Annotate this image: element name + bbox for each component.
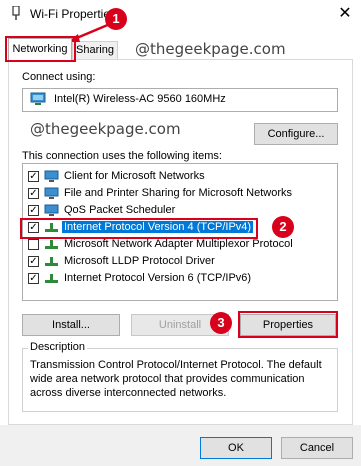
close-icon[interactable]: ✕ <box>334 3 356 25</box>
description-title: Description <box>28 341 88 353</box>
tab-networking[interactable]: Networking <box>8 38 72 60</box>
configure-button[interactable]: Configure... <box>254 123 338 145</box>
protocol-icon <box>45 240 58 249</box>
watermark: @thegeekpage.com <box>135 40 286 58</box>
qos-scheduler-icon <box>44 204 59 216</box>
list-item[interactable]: Microsoft Network Adapter Multiplexor Pr… <box>28 237 332 253</box>
list-item-label: Microsoft LLDP Protocol Driver <box>64 255 215 267</box>
checkbox[interactable] <box>28 239 39 250</box>
list-item[interactable]: ✓ Client for Microsoft Networks <box>28 169 332 185</box>
protocol-icon <box>45 257 58 266</box>
list-item-label: QoS Packet Scheduler <box>64 204 176 216</box>
list-item-label: File and Printer Sharing for Microsoft N… <box>64 187 293 199</box>
items-label: This connection uses the following items… <box>22 150 222 162</box>
cancel-button[interactable]: Cancel <box>281 437 353 459</box>
annotation-badge-1: 1 <box>105 8 127 30</box>
checkbox[interactable]: ✓ <box>28 205 39 216</box>
list-item[interactable]: ✓ File and Printer Sharing for Microsoft… <box>28 186 332 202</box>
annotation-badge-3: 3 <box>210 312 232 334</box>
file-printer-sharing-icon <box>44 187 59 199</box>
adapter-name: Intel(R) Wireless-AC 9560 160MHz <box>54 93 226 105</box>
network-adapter-icon <box>30 92 46 105</box>
list-item-label: Client for Microsoft Networks <box>64 170 205 182</box>
annotation-badge-2: 2 <box>272 216 294 238</box>
checkbox[interactable]: ✓ <box>28 171 39 182</box>
ok-button[interactable]: OK <box>200 437 272 459</box>
protocol-icon <box>45 274 58 283</box>
description-text: Transmission Control Protocol/Internet P… <box>30 359 322 399</box>
install-button[interactable]: Install... <box>22 314 120 336</box>
annotation-box-ipv4 <box>20 218 258 239</box>
checkbox[interactable]: ✓ <box>28 273 39 284</box>
list-item[interactable]: ✓ Microsoft LLDP Protocol Driver <box>28 254 332 270</box>
annotation-box-properties <box>238 311 338 338</box>
network-client-icon <box>44 170 59 182</box>
checkbox[interactable]: ✓ <box>28 256 39 267</box>
checkbox[interactable]: ✓ <box>28 188 39 199</box>
connect-using-label: Connect using: <box>22 71 96 83</box>
watermark: @thegeekpage.com <box>30 120 181 138</box>
list-item-label: Microsoft Network Adapter Multiplexor Pr… <box>64 238 293 250</box>
network-adapter-icon <box>12 6 20 20</box>
list-item-label: Internet Protocol Version 6 (TCP/IPv6) <box>64 272 252 284</box>
list-item[interactable]: ✓ Internet Protocol Version 6 (TCP/IPv6) <box>28 271 332 287</box>
